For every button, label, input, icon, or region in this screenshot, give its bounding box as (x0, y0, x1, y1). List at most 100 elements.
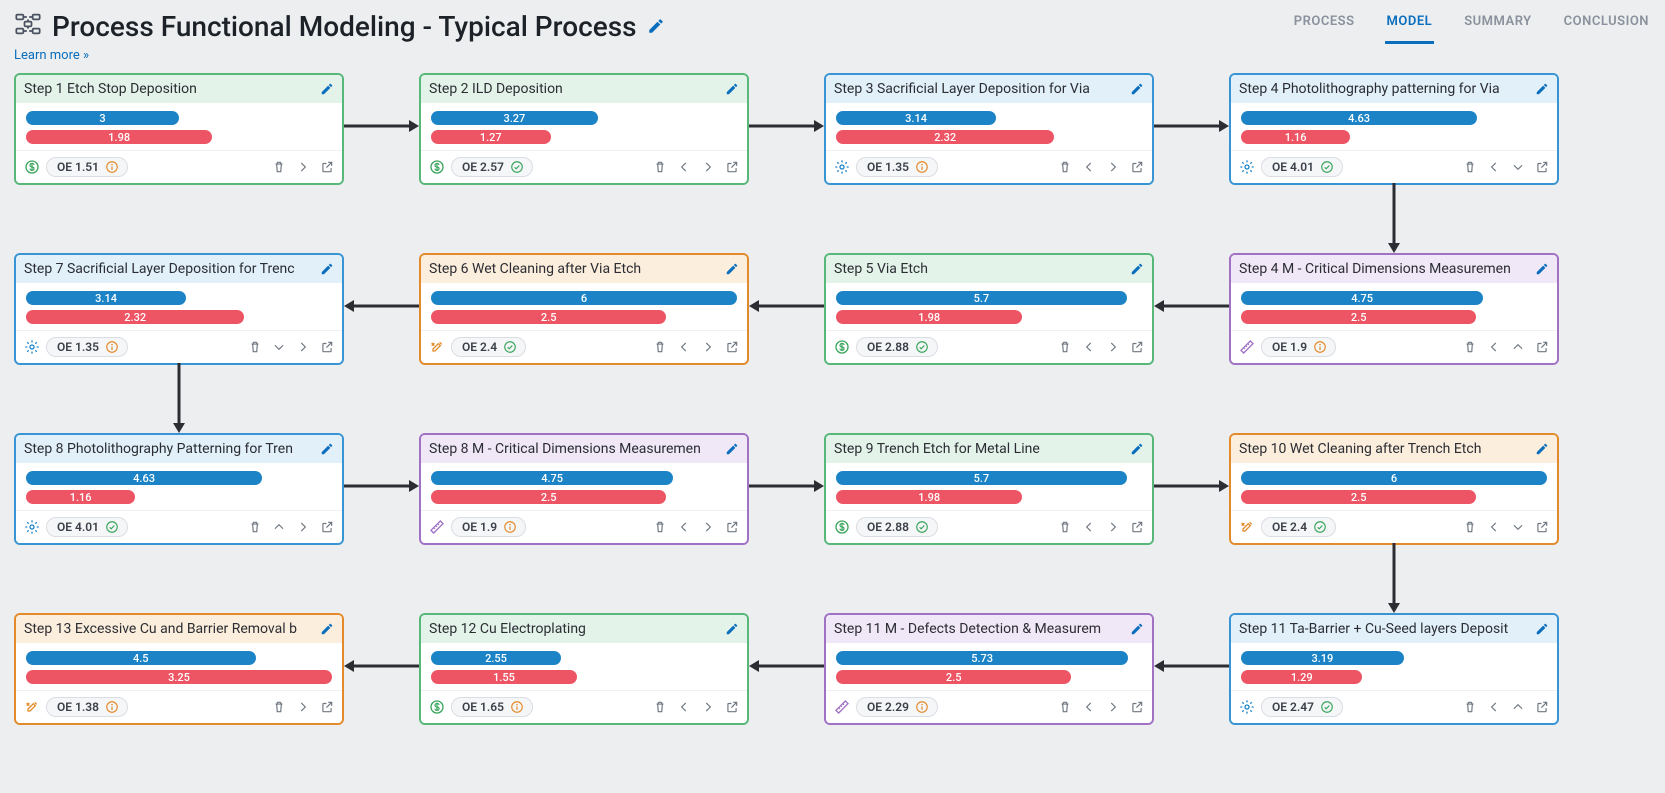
delete-button[interactable] (248, 520, 262, 534)
nav-next-button[interactable] (701, 160, 715, 174)
delete-button[interactable] (1463, 520, 1477, 534)
delete-button[interactable] (653, 340, 667, 354)
open-button[interactable] (320, 160, 334, 174)
delete-button[interactable] (653, 160, 667, 174)
metric-bar-red: 2.5 (431, 310, 666, 324)
nav-up-button[interactable] (1511, 340, 1525, 354)
oe-badge: OE 2.57 (451, 157, 533, 177)
edit-step-button[interactable] (1130, 622, 1144, 636)
nav-prev-button[interactable] (677, 700, 691, 714)
tab-conclusion[interactable]: CONCLUSION (1562, 8, 1651, 44)
nav-up-button[interactable] (1511, 700, 1525, 714)
open-button[interactable] (725, 160, 739, 174)
metric-bar-blue: 5.7 (836, 291, 1127, 305)
open-button[interactable] (1535, 160, 1549, 174)
open-button[interactable] (1535, 520, 1549, 534)
open-button[interactable] (725, 700, 739, 714)
nav-next-button[interactable] (701, 520, 715, 534)
open-button[interactable] (320, 520, 334, 534)
edit-step-button[interactable] (320, 622, 334, 636)
open-button[interactable] (725, 340, 739, 354)
open-button[interactable] (1130, 700, 1144, 714)
edit-step-button[interactable] (725, 262, 739, 276)
learn-more-link[interactable]: Learn more » (14, 46, 1651, 73)
edit-title-button[interactable] (647, 17, 665, 35)
nav-prev-button[interactable] (1082, 340, 1096, 354)
nav-prev-button[interactable] (1487, 700, 1501, 714)
delete-button[interactable] (1058, 340, 1072, 354)
nav-next-button[interactable] (701, 700, 715, 714)
check-icon (510, 160, 524, 174)
tab-process[interactable]: PROCESS (1292, 8, 1357, 44)
edit-step-button[interactable] (1130, 442, 1144, 456)
delete-button[interactable] (1058, 700, 1072, 714)
edit-step-button[interactable] (320, 82, 334, 96)
edit-step-button[interactable] (320, 442, 334, 456)
delete-button[interactable] (1463, 340, 1477, 354)
check-icon (915, 520, 929, 534)
open-button[interactable] (1130, 340, 1144, 354)
oe-badge: OE 2.29 (856, 697, 938, 717)
tab-model[interactable]: MODEL (1385, 8, 1435, 44)
nav-next-button[interactable] (296, 700, 310, 714)
open-button[interactable] (320, 700, 334, 714)
nav-prev-button[interactable] (1487, 160, 1501, 174)
nav-prev-button[interactable] (1487, 520, 1501, 534)
nav-prev-button[interactable] (1487, 340, 1501, 354)
nav-next-button[interactable] (296, 520, 310, 534)
open-button[interactable] (320, 340, 334, 354)
open-button[interactable] (1130, 160, 1144, 174)
nav-next-button[interactable] (296, 160, 310, 174)
edit-step-button[interactable] (1535, 262, 1549, 276)
nav-next-button[interactable] (1106, 700, 1120, 714)
nav-next-button[interactable] (296, 340, 310, 354)
nav-prev-button[interactable] (677, 160, 691, 174)
delete-button[interactable] (1058, 160, 1072, 174)
nav-down-button[interactable] (1511, 160, 1525, 174)
nav-prev-button[interactable] (677, 520, 691, 534)
nav-prev-button[interactable] (677, 340, 691, 354)
flow-arrow (344, 657, 419, 669)
nav-prev-button[interactable] (1082, 700, 1096, 714)
delete-button[interactable] (248, 340, 262, 354)
process-step-card: Step 8 Photolithography Patterning for T… (14, 433, 344, 545)
edit-step-button[interactable] (1130, 262, 1144, 276)
nav-prev-button[interactable] (1082, 520, 1096, 534)
metric-bar-blue: 6 (431, 291, 737, 305)
delete-button[interactable] (272, 160, 286, 174)
delete-button[interactable] (653, 700, 667, 714)
nav-next-button[interactable] (1106, 520, 1120, 534)
delete-button[interactable] (1463, 160, 1477, 174)
process-step-card: Step 7 Sacrificial Layer Deposition for … (14, 253, 344, 365)
edit-step-button[interactable] (1535, 442, 1549, 456)
edit-step-button[interactable] (1535, 622, 1549, 636)
nav-down-button[interactable] (1511, 520, 1525, 534)
nav-next-button[interactable] (701, 340, 715, 354)
edit-step-button[interactable] (725, 622, 739, 636)
open-button[interactable] (725, 520, 739, 534)
open-button[interactable] (1535, 700, 1549, 714)
edit-step-button[interactable] (1130, 82, 1144, 96)
nav-down-button[interactable] (272, 340, 286, 354)
nav-prev-button[interactable] (1082, 160, 1096, 174)
oe-badge: OE 2.4 (451, 337, 526, 357)
nav-next-button[interactable] (1106, 160, 1120, 174)
open-button[interactable] (1130, 520, 1144, 534)
nav-up-button[interactable] (272, 520, 286, 534)
delete-button[interactable] (272, 700, 286, 714)
edit-step-button[interactable] (725, 82, 739, 96)
edit-step-button[interactable] (1535, 82, 1549, 96)
delete-button[interactable] (653, 520, 667, 534)
edit-step-button[interactable] (725, 442, 739, 456)
delete-button[interactable] (1058, 520, 1072, 534)
tab-summary[interactable]: SUMMARY (1462, 8, 1533, 44)
info-icon (105, 340, 119, 354)
process-step-card: Step 10 Wet Cleaning after Trench Etch62… (1229, 433, 1559, 545)
nav-next-button[interactable] (1106, 340, 1120, 354)
delete-button[interactable] (1463, 700, 1477, 714)
open-button[interactable] (1535, 340, 1549, 354)
process-step-card: Step 13 Excessive Cu and Barrier Removal… (14, 613, 344, 725)
flow-canvas: Step 1 Etch Stop Deposition31.98OE 1.51S… (14, 73, 1651, 793)
step-title: Step 5 Via Etch (834, 261, 928, 277)
edit-step-button[interactable] (320, 262, 334, 276)
